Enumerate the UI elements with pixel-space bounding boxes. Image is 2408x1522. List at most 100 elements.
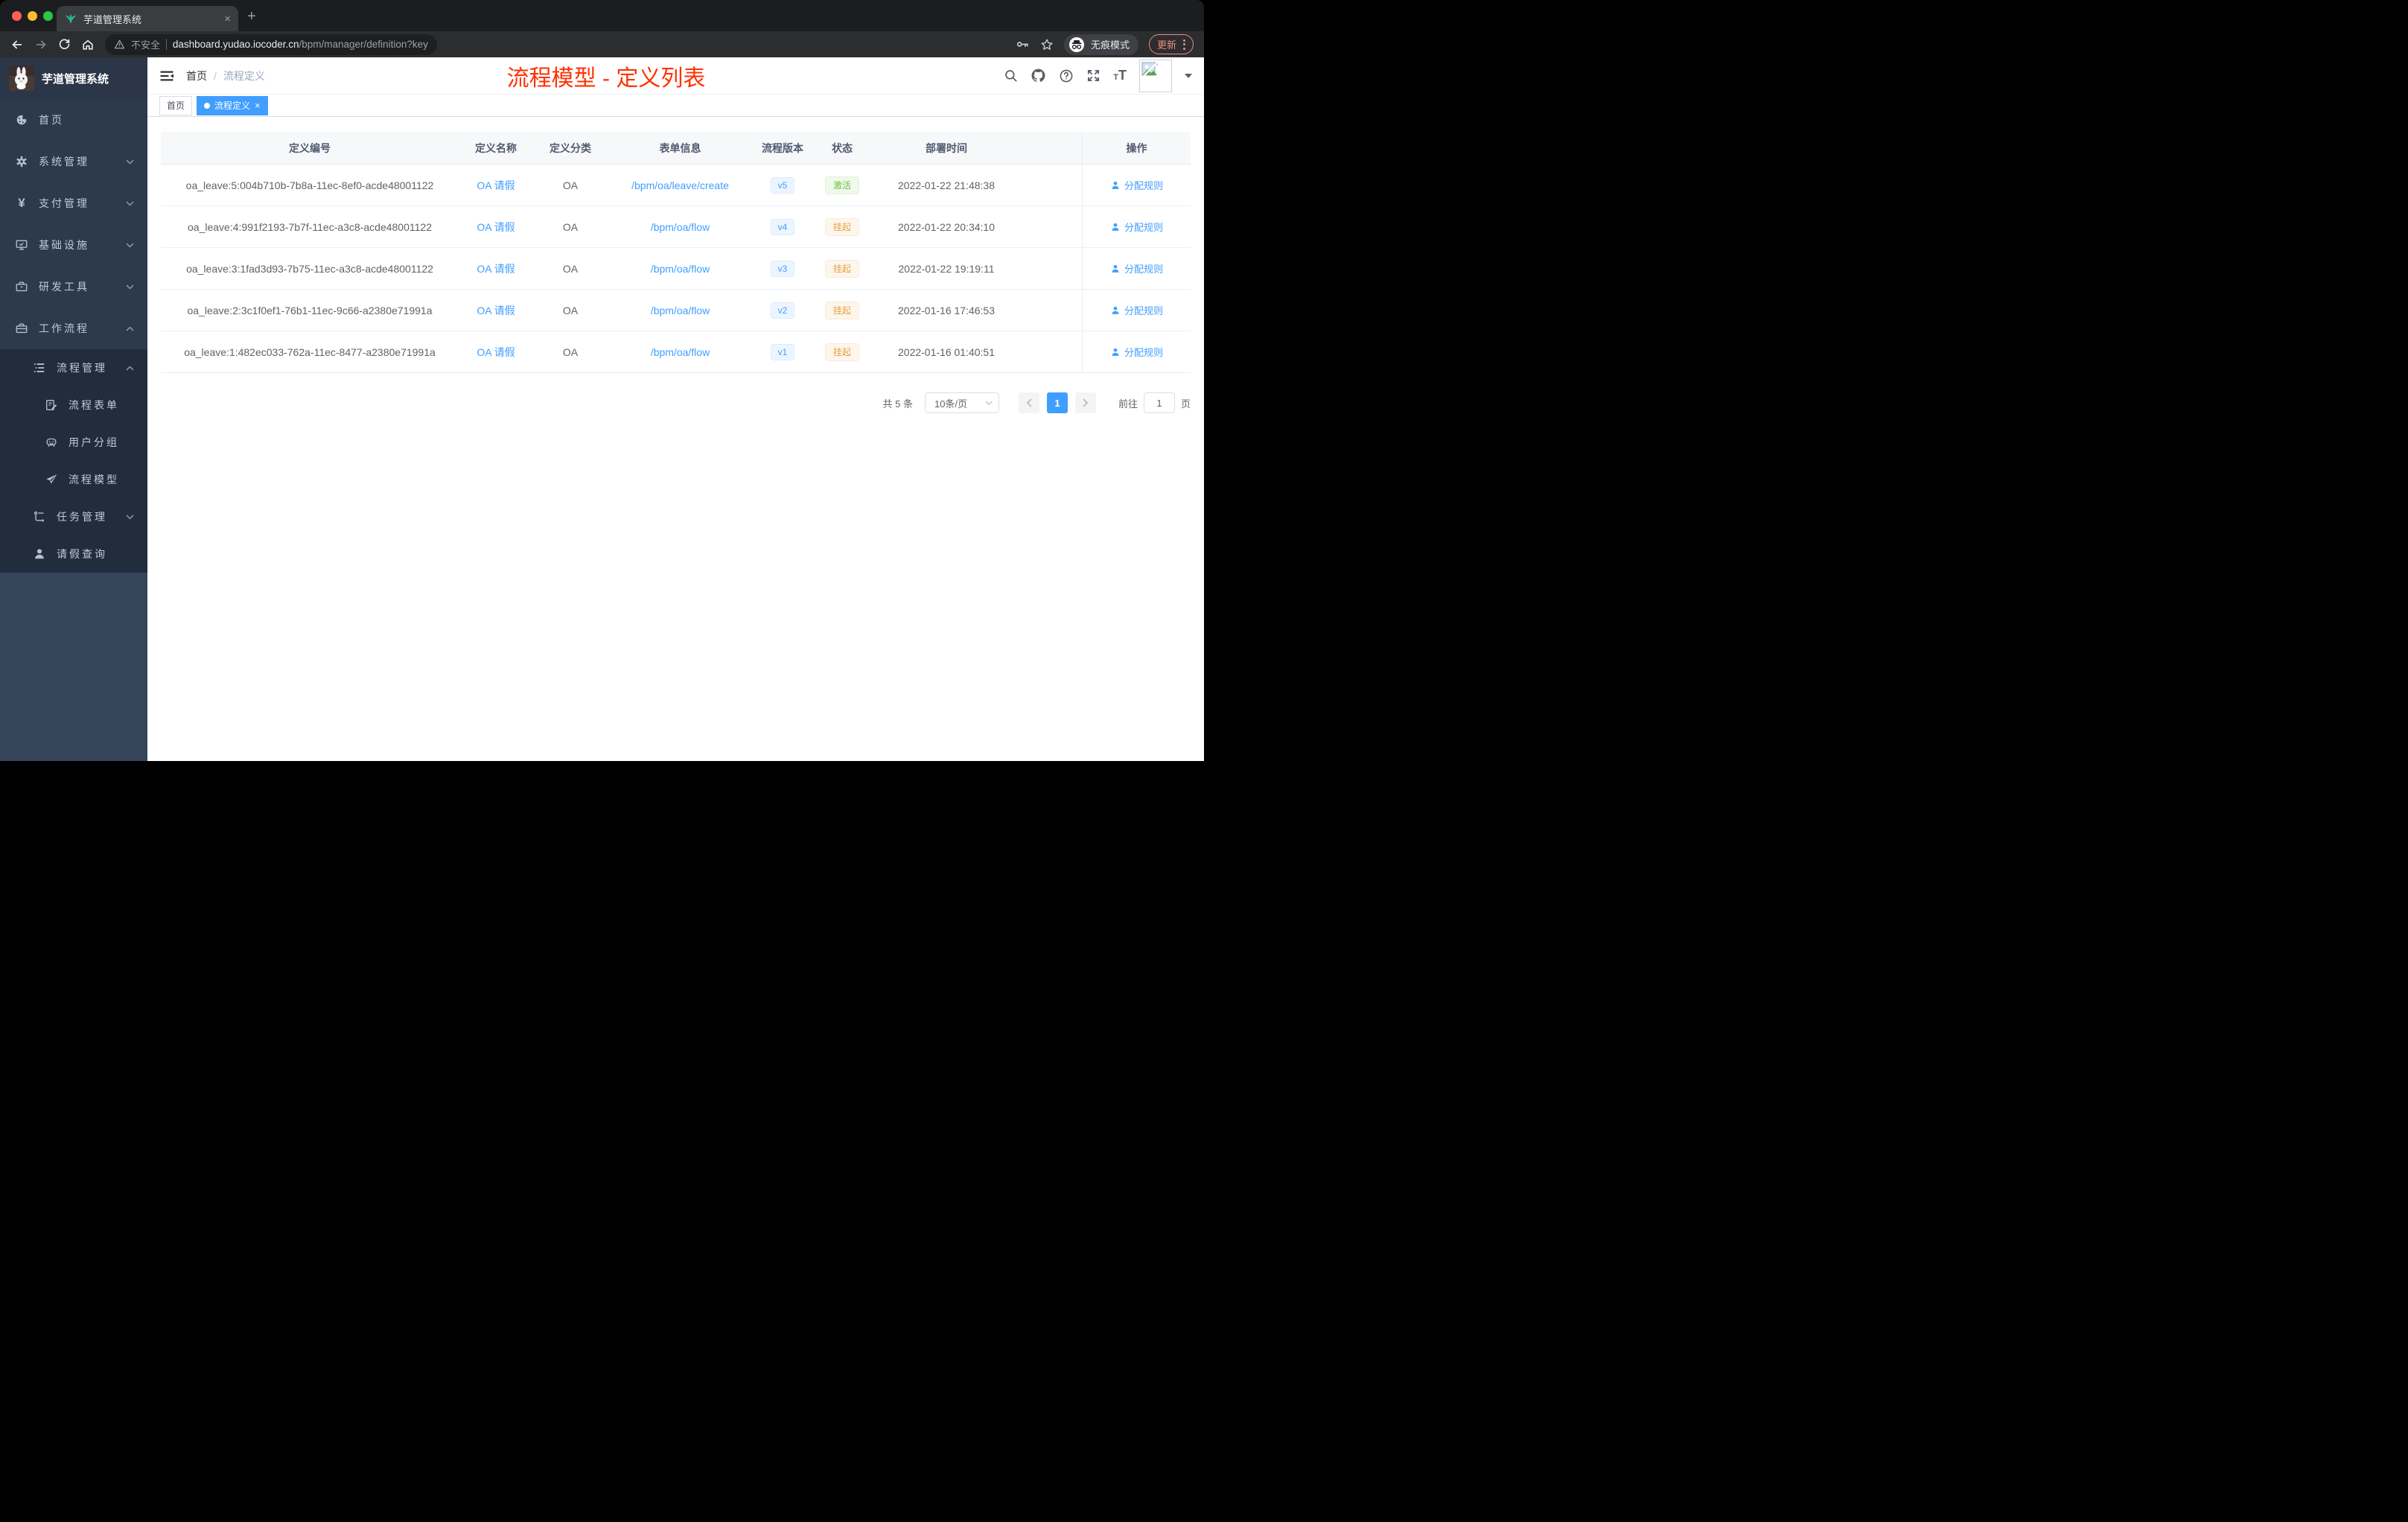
sidebar: 芋道管理系统 首页 系统管理 ¥ 支付管理 基础设施 研发工具 工作流程 流程管…	[0, 57, 147, 761]
sidebar-item-user-group[interactable]: 用户分组	[0, 424, 147, 461]
breadcrumb: 首页 / 流程定义	[186, 69, 265, 83]
robot-icon	[45, 436, 58, 449]
page-number-current[interactable]: 1	[1046, 392, 1068, 413]
form-link[interactable]: /bpm/oa/flow	[651, 221, 710, 233]
form-link[interactable]: /bpm/oa/leave/create	[631, 179, 729, 191]
sidebar-item-label: 流程模型	[69, 474, 119, 485]
version-badge: v2	[770, 302, 795, 319]
user-icon	[1112, 306, 1119, 314]
sidebar-item-label: 流程表单	[69, 399, 119, 411]
form-link[interactable]: /bpm/oa/flow	[651, 305, 710, 316]
sidebar-item-process-form[interactable]: 流程表单	[0, 386, 147, 424]
sidebar-logo[interactable]: 芋道管理系统	[0, 57, 147, 99]
definition-id: oa_leave:1:482ec033-762a-11ec-8477-a2380…	[184, 346, 436, 358]
sidebar-item-workflow[interactable]: 工作流程	[0, 308, 147, 349]
browser-tab[interactable]: 芋道管理系统 ×	[57, 6, 238, 31]
tab-close-icon[interactable]: ×	[224, 13, 231, 25]
version-badge: v4	[770, 218, 795, 235]
sidebar-item-task-management[interactable]: 任务管理	[0, 498, 147, 535]
sidebar-item-label: 系统管理	[39, 156, 89, 168]
deploy-time: 2022-01-16 01:40:51	[898, 346, 995, 358]
toolbox-icon	[15, 280, 28, 293]
bookmark-star-icon[interactable]	[1040, 38, 1054, 51]
browser-menu-icon[interactable]	[1183, 39, 1185, 50]
sidebar-item-devtools[interactable]: 研发工具	[0, 266, 147, 308]
sidebar-item-leave-query[interactable]: 请假查询	[0, 535, 147, 573]
sidebar-item-label: 流程管理	[57, 362, 107, 374]
form-link[interactable]: /bpm/oa/flow	[651, 263, 710, 275]
sidebar-item-system[interactable]: 系统管理	[0, 141, 147, 182]
definition-name-link[interactable]: OA 请假	[477, 263, 515, 275]
avatar-caret-icon[interactable]	[1185, 73, 1192, 78]
help-icon[interactable]	[1059, 69, 1074, 83]
deploy-time: 2022-01-22 21:48:38	[898, 179, 995, 191]
github-icon[interactable]	[1031, 68, 1046, 83]
definition-category: OA	[562, 304, 579, 316]
table-header-row: 定义编号 定义名称 定义分类 表单信息 流程版本 状态 部署时间 操作	[161, 132, 1191, 165]
assign-rule-button[interactable]: 分配规则	[1110, 261, 1163, 276]
sidebar-item-home[interactable]: 首页	[0, 99, 147, 141]
search-icon[interactable]	[1004, 69, 1018, 83]
breadcrumb-home[interactable]: 首页	[186, 69, 207, 83]
definition-category: OA	[562, 262, 579, 275]
tag-label: 首页	[167, 101, 185, 111]
sidebar-item-process-management[interactable]: 流程管理	[0, 349, 147, 386]
tag-process-definition[interactable]: 流程定义 ×	[197, 95, 268, 115]
yen-icon: ¥	[18, 196, 25, 210]
assign-rule-button[interactable]: 分配规则	[1110, 345, 1163, 359]
assign-rule-button[interactable]: 分配规则	[1110, 303, 1163, 317]
sidebar-menu: 首页 系统管理 ¥ 支付管理 基础设施 研发工具 工作流程 流程管理 流程表单 …	[0, 99, 147, 573]
definition-name-link[interactable]: OA 请假	[477, 305, 515, 316]
definition-name-link[interactable]: OA 请假	[477, 221, 515, 233]
tag-home[interactable]: 首页	[159, 95, 193, 115]
zoom-window-button[interactable]	[43, 10, 53, 21]
column-header: 操作	[1082, 132, 1191, 164]
status-badge: 挂起	[824, 343, 859, 361]
prev-page-button[interactable]	[1018, 392, 1039, 413]
chevron-up-icon	[126, 325, 134, 331]
sidebar-item-payment[interactable]: ¥ 支付管理	[0, 182, 147, 224]
definition-category: OA	[562, 346, 579, 358]
sidebar-collapse-icon[interactable]	[159, 69, 174, 83]
font-size-icon[interactable]: TT	[1113, 69, 1127, 82]
page-size-select[interactable]: 10条/页	[924, 392, 999, 413]
form-link[interactable]: /bpm/oa/flow	[651, 346, 710, 358]
assign-rule-button[interactable]: 分配规则	[1110, 220, 1163, 234]
chevron-left-icon	[1026, 398, 1032, 407]
avatar[interactable]	[1139, 59, 1172, 92]
sidebar-item-infrastructure[interactable]: 基础设施	[0, 224, 147, 266]
paper-plane-icon	[45, 473, 58, 486]
minimize-window-button[interactable]	[28, 10, 37, 21]
reload-button[interactable]	[58, 38, 71, 51]
address-bar[interactable]: 不安全 dashboard.yudao.iocoder.cn/bpm/manag…	[105, 34, 437, 55]
url-host: dashboard.yudao.iocoder.cn	[172, 39, 299, 50]
user-icon	[1112, 181, 1119, 189]
tag-close-icon[interactable]: ×	[255, 101, 261, 110]
url-path: /bpm/manager/definition?key=oa_leave	[299, 39, 429, 50]
next-page-button[interactable]	[1074, 392, 1096, 413]
fullscreen-icon[interactable]	[1086, 69, 1101, 83]
definition-name-link[interactable]: OA 请假	[477, 346, 515, 358]
deploy-time: 2022-01-22 20:34:10	[898, 220, 995, 233]
chevron-down-icon	[126, 284, 134, 290]
home-button[interactable]	[81, 38, 95, 51]
deploy-time: 2022-01-22 19:19:11	[898, 262, 995, 275]
gear-icon	[15, 155, 28, 168]
logo-rabbit-image	[9, 66, 34, 91]
password-key-icon[interactable]	[1016, 37, 1030, 51]
chevron-down-icon	[126, 514, 134, 520]
page-title: 流程模型 - 定义列表	[506, 66, 706, 91]
close-window-button[interactable]	[12, 10, 22, 21]
new-tab-button[interactable]: +	[247, 9, 256, 24]
broken-image-icon	[1141, 61, 1158, 78]
sidebar-item-process-model[interactable]: 流程模型	[0, 461, 147, 498]
traffic-lights	[12, 10, 53, 21]
definition-name-link[interactable]: OA 请假	[477, 179, 515, 191]
back-button[interactable]	[10, 38, 24, 51]
browser-window: 芋道管理系统 × + 不安全 dashboard.yudao.iocoder.c…	[0, 0, 1204, 761]
assign-rule-button[interactable]: 分配规则	[1110, 178, 1163, 192]
forward-button[interactable]	[34, 38, 48, 51]
goto-page-input[interactable]	[1143, 392, 1175, 413]
update-button[interactable]: 更新	[1148, 34, 1194, 54]
table-row: oa_leave:5:004b710b-7b8a-11ec-8ef0-acde4…	[161, 165, 1191, 206]
